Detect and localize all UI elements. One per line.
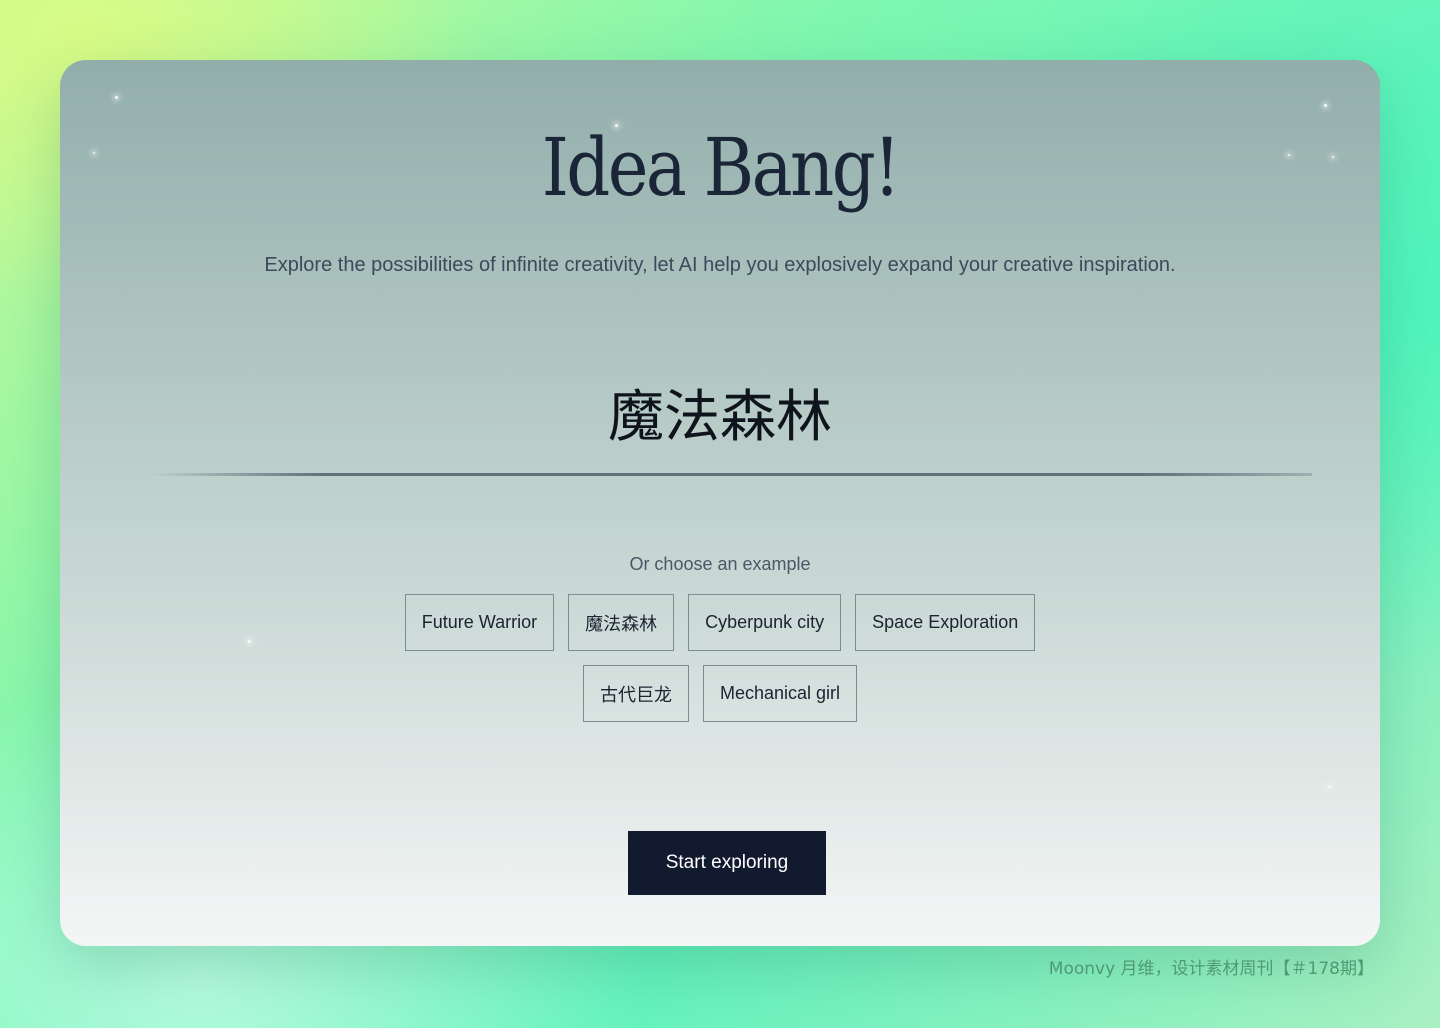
sparkle-icon — [1288, 154, 1290, 156]
example-chip-ancient-dragon[interactable]: 古代巨龙 — [582, 665, 689, 722]
examples-row: Future Warrior 魔法森林 Cyberpunk city Space… — [60, 594, 1380, 651]
examples-label: Or choose an example — [629, 554, 811, 574]
watermark-text: Moonvy 月维，设计素材周刊【＃178期】 — [1048, 959, 1374, 979]
example-chip-future-warrior[interactable]: Future Warrior — [404, 594, 555, 651]
example-chip-cyberpunk-city[interactable]: Cyberpunk city — [688, 594, 842, 651]
examples-row: 古代巨龙 Mechanical girl — [60, 665, 1380, 722]
sparkle-icon — [93, 152, 95, 154]
topic-input[interactable]: 魔法森林 — [60, 390, 1380, 446]
input-underline — [150, 473, 1312, 476]
sparkle-icon — [1324, 104, 1327, 107]
sparkle-icon — [115, 96, 118, 99]
example-chip-magic-forest[interactable]: 魔法森林 — [568, 594, 675, 651]
main-card: Idea Bang! Explore the possibilities of … — [60, 60, 1380, 946]
app-title: Idea Bang! — [541, 121, 901, 214]
sparkle-icon — [1332, 156, 1334, 158]
start-exploring-button[interactable]: Start exploring — [628, 831, 826, 895]
example-chip-space-exploration[interactable]: Space Exploration — [855, 594, 1036, 651]
sparkle-icon — [1328, 786, 1330, 788]
example-chip-mechanical-girl[interactable]: Mechanical girl — [702, 665, 858, 722]
app-subtitle: Explore the possibilities of infinite cr… — [264, 254, 1176, 276]
